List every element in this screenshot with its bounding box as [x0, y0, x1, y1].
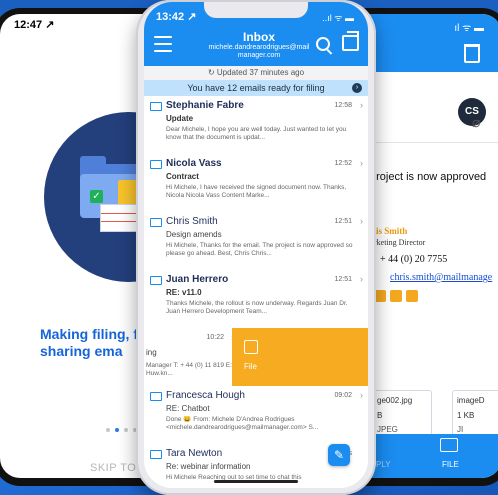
envelope-icon — [150, 276, 162, 285]
email-time: 12:51 — [334, 218, 352, 225]
email-row[interactable]: Chris Smith 12:51 › Design amends Hi Mic… — [144, 212, 368, 271]
status-icons: ..ıl ᯤ ▬ — [322, 13, 354, 23]
attachment-type: JI — [457, 425, 464, 434]
compose-button[interactable]: ✎ — [328, 444, 350, 466]
email-subject: ing — [146, 348, 157, 357]
email-time: 09:02 — [334, 392, 352, 399]
email-subject: RE: Chatbot — [166, 404, 210, 413]
page-title: Inbox — [243, 30, 275, 44]
email-sender: Chris Smith — [166, 216, 218, 227]
filing-banner-text: You have 12 emails ready for filing — [187, 83, 325, 93]
chevron-right-icon: › — [360, 216, 363, 226]
status-icons: ıl ᯤ ▬ — [454, 23, 484, 34]
status-time: 13:42 ↗ — [156, 11, 197, 23]
check-icon: ✓ — [90, 190, 103, 203]
inbox-screen: 13:42 ↗ ..ıl ᯤ ▬ Inbox michele.dandrearo… — [144, 2, 368, 488]
signature-name: ris Smith — [372, 226, 408, 236]
filing-banner[interactable]: You have 12 emails ready for filing › — [144, 80, 368, 96]
reply-button[interactable]: PLY — [376, 460, 391, 469]
account-email: michele.dandrearodrigues@mail manager.co… — [208, 44, 310, 59]
menu-icon[interactable] — [154, 36, 172, 57]
email-subject: Design amends — [166, 230, 222, 239]
email-preview: Done 😄 From: Michele D'Andrea Rodrigues … — [166, 416, 319, 431]
email-preview: Manager T: + 44 (0) 11 819 E: Huw.kn... — [146, 362, 232, 377]
file-icon[interactable] — [440, 438, 458, 452]
attachment-name: ge002.jpg — [377, 396, 413, 405]
file-action-label: File — [244, 362, 257, 371]
email-preview: Hi Michele, Thanks for the email. The pr… — [166, 242, 353, 257]
social-icon[interactable] — [390, 290, 402, 302]
email-sender: Tara Newton — [166, 448, 223, 459]
attachment-icon: ⌀ — [472, 114, 481, 130]
attachment-size: B — [377, 411, 383, 420]
chevron-right-icon: › — [360, 100, 363, 110]
signature-title: rketing Director — [374, 238, 426, 247]
search-icon[interactable] — [316, 37, 330, 51]
email-row[interactable]: Nicola Vass 12:52 › Contract Hi Michele,… — [144, 154, 368, 213]
signature-email-link[interactable]: chris.smith@mailmanage — [390, 272, 492, 283]
filing-icon[interactable] — [342, 31, 359, 51]
email-row[interactable]: Francesca Hough 09:02 › RE: Chatbot Done… — [144, 386, 368, 445]
file-swipe-action[interactable]: File — [232, 328, 368, 386]
signature-phone: + 44 (0) 20 7755 — [380, 254, 448, 265]
attachment-size: 1 KB — [457, 411, 475, 420]
swiped-email-row[interactable]: 10:22 › ing Manager T: + 44 (0) 11 819 E… — [144, 328, 368, 387]
email-subject: RE: v11.0 — [166, 288, 202, 297]
chevron-right-icon: › — [360, 274, 363, 284]
envelope-open-icon — [150, 218, 162, 227]
email-time: 10:22 — [206, 334, 224, 341]
envelope-icon — [150, 102, 162, 111]
trash-icon[interactable] — [464, 44, 480, 63]
chevron-right-icon: › — [360, 390, 363, 400]
email-time: 12:51 — [334, 276, 352, 283]
email-time: 12:58 — [334, 102, 352, 109]
email-preview: Thanks Michele, the rollout is now under… — [166, 300, 348, 315]
phone-notch — [204, 2, 308, 18]
email-preview: Hi Michele, I have received the signed d… — [166, 184, 347, 199]
envelope-open-icon — [150, 450, 162, 459]
envelope-icon — [150, 160, 162, 169]
email-subject: Contract — [166, 172, 199, 181]
file-icon — [244, 340, 258, 354]
email-preview: Dear Michele, I hope you are well today.… — [166, 126, 347, 141]
email-sender: Francesca Hough — [166, 390, 245, 401]
envelope-open-icon — [150, 392, 162, 401]
attachment-type: JPEG — [377, 425, 398, 434]
email-subject: Update — [166, 114, 194, 123]
email-sender: Juan Herrero — [166, 274, 229, 285]
email-sender: Stephanie Fabre — [166, 100, 244, 111]
attachment-name: imageD — [457, 396, 485, 405]
swiped-email-content: 10:22 › ing Manager T: + 44 (0) 11 819 E… — [144, 328, 234, 386]
email-sender: Nicola Vass — [166, 158, 222, 169]
chevron-right-icon: › — [360, 158, 363, 168]
email-body-text: project is now approved — [370, 171, 487, 183]
file-button[interactable]: FILE — [442, 460, 459, 469]
email-row[interactable]: Juan Herrero 12:51 › RE: v11.0 Thanks Mi… — [144, 270, 368, 329]
social-icon[interactable] — [406, 290, 418, 302]
email-row[interactable]: Stephanie Fabre 12:58 › Update Dear Mich… — [144, 96, 368, 155]
center-phone: 13:42 ↗ ..ıl ᯤ ▬ Inbox michele.dandrearo… — [136, 0, 376, 495]
email-subject: Re: webinar information — [166, 462, 251, 471]
home-indicator — [214, 480, 298, 483]
sync-status: ↻ Updated 37 minutes ago — [144, 66, 368, 80]
chevron-right-icon: › — [352, 83, 362, 93]
email-time: 12:52 — [334, 160, 352, 167]
status-time: 12:47 ↗ — [14, 19, 55, 31]
